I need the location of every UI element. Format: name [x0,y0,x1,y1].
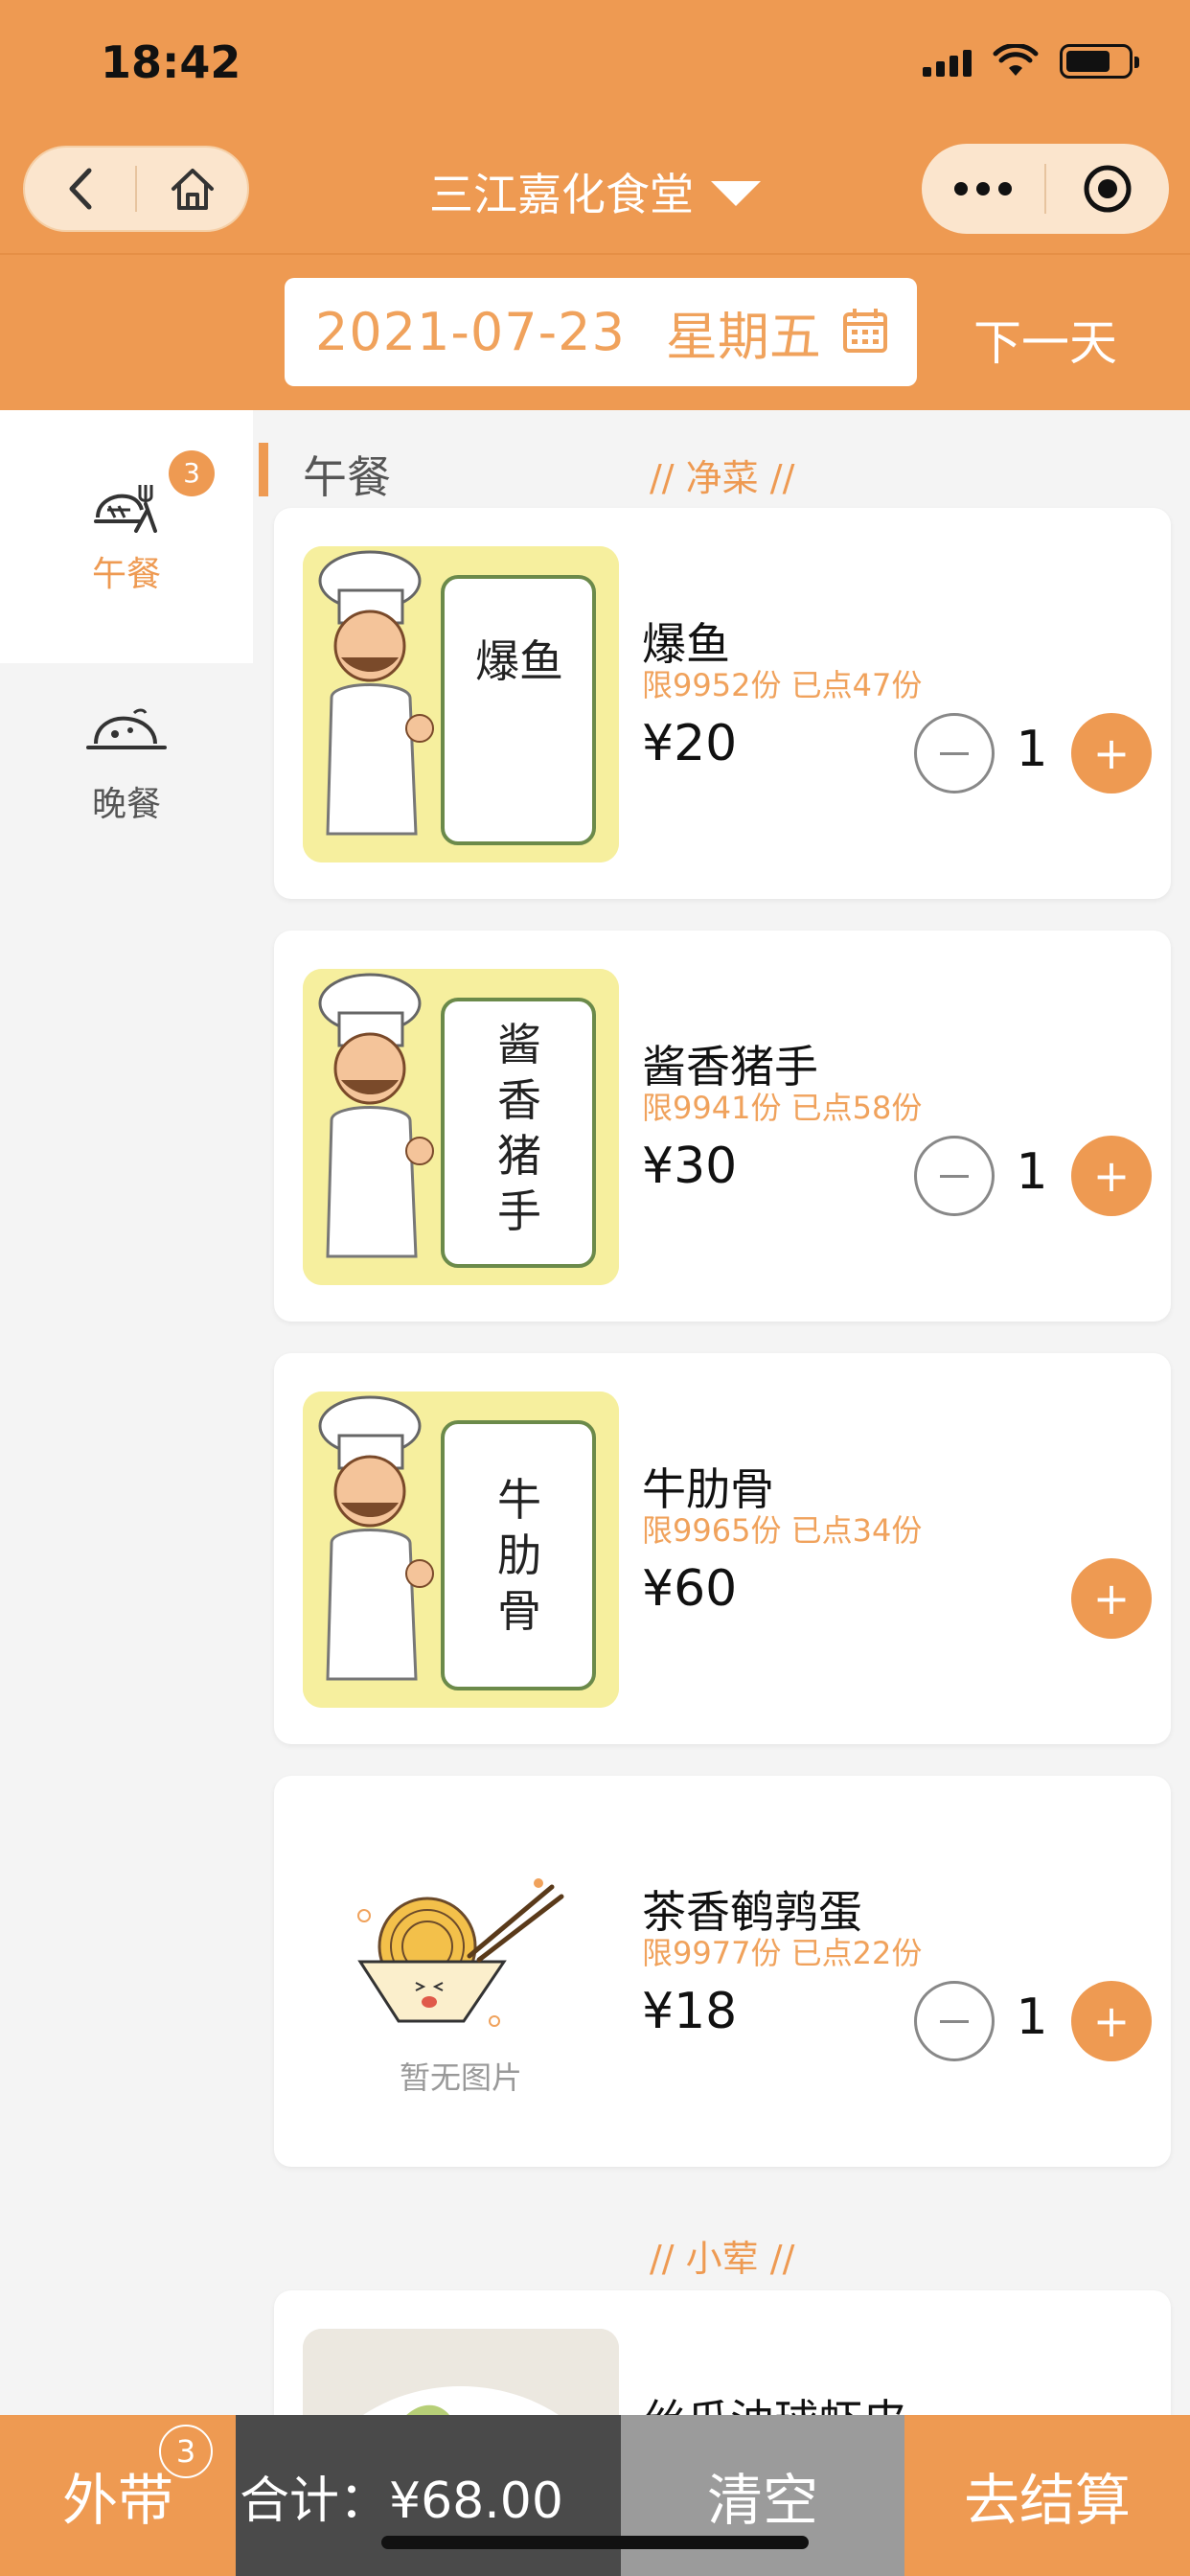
quantity-value: 1 [1016,1143,1048,1201]
noodle-bowl-icon [357,1878,564,2027]
cart-count-badge: 3 [159,2425,213,2478]
no-image-label: 暂无图片 [399,2059,522,2096]
dish-card[interactable]: 丝瓜油球虾皮 [274,2290,1171,2415]
dish-image-text: 酱香猪手 [497,1019,541,1237]
decrease-button[interactable] [914,713,995,794]
dinner-icon [86,708,167,749]
status-icons [923,44,1139,79]
dish-price: ¥20 [642,715,738,772]
decrease-button[interactable] [914,1136,995,1216]
more-dots-icon [954,182,1012,196]
total-amount: 合计：¥68.00 [236,2415,621,2576]
dish-image: 酱香猪手 [303,969,619,1285]
dish-quota: 限9977份 已点22份 [642,1935,923,1971]
group-label: // 净菜 // [650,457,795,499]
calendar-icon [843,309,887,353]
meal-sidebar: 3 午餐 晚餐 [0,410,253,2415]
nav-divider [0,253,1190,255]
dish-quota: 限9952份 已点47份 [642,667,923,703]
increase-button[interactable]: + [1071,1981,1152,2061]
sidebar-item-dinner[interactable]: 晚餐 [0,663,253,916]
dish-price: ¥60 [642,1560,738,1618]
home-indicator [381,2536,809,2549]
sidebar-item-label: 午餐 [91,555,161,594]
lunch-icon [94,485,157,533]
dish-card[interactable]: 暂无图片 茶香鹌鹑蛋 限9977份 已点22份 ¥18 1 + [274,1776,1171,2167]
sidebar-item-label: 晚餐 [91,785,161,824]
next-day-button[interactable]: 下一天 [973,305,1117,374]
date-picker[interactable]: 2021-07-23 星期五 [285,278,917,386]
dish-card[interactable]: 牛肋骨 牛肋骨 限9965份 已点34份 ¥60 + [274,1353,1171,1744]
increase-button[interactable]: + [1071,1558,1152,1639]
dish-image-placeholder: 暂无图片 [303,1814,619,2130]
increase-button[interactable]: + [1071,1136,1152,1216]
date-weekday: 星期五 [665,307,821,367]
dish-quota: 限9965份 已点34份 [642,1512,923,1549]
target-icon [1084,165,1132,213]
clear-cart-button[interactable]: 清空 [621,2415,904,2576]
dish-price: ¥30 [642,1138,738,1195]
wifi-icon [993,44,1039,76]
quantity-value: 1 [1016,721,1048,778]
increase-button[interactable]: + [1071,713,1152,794]
more-button[interactable] [922,144,1044,234]
section-title: 午餐 [303,451,391,503]
dish-image [303,2329,619,2415]
chef-illustration-icon [303,546,619,862]
lunch-badge: 3 [169,450,215,496]
quantity-value: 1 [1016,1989,1048,2046]
dish-image-text: 牛肋骨 [497,1474,541,1637]
nav-capsule-right [922,144,1169,234]
dish-image-text: 爆鱼 [475,635,563,687]
header: 18:42 三江嘉化食堂 2021-07-23 星期五 下一天 [0,0,1190,410]
close-miniprogram-button[interactable] [1046,144,1169,234]
page-title: 三江嘉化食堂 [429,169,694,220]
group-label: // 小荤 // [650,2238,795,2280]
dish-price: ¥18 [642,1983,738,2040]
dish-card[interactable]: 爆鱼 爆鱼 限9952份 已点47份 ¥20 1 + [274,508,1171,899]
checkout-button[interactable]: 去结算 [904,2415,1190,2576]
dish-image: 爆鱼 [303,546,619,862]
dish-list[interactable]: 午餐 // 净菜 // 爆鱼 爆鱼 限9952份 已点47份 ¥20 1 + 酱… [253,410,1190,2415]
section-marker [259,443,268,496]
cart-bar: 外带 3 合计：¥68.00 清空 去结算 [0,2415,1190,2576]
dish-name: 丝瓜油球虾皮 [642,2386,906,2415]
decrease-button[interactable] [914,1981,995,2061]
dish-card[interactable]: 酱香猪手 酱香猪手 限9941份 已点58份 ¥30 1 + [274,931,1171,1322]
food-photo-icon [303,2329,619,2415]
status-time: 18:42 [101,36,241,88]
dish-quota: 限9941份 已点58份 [642,1090,923,1126]
chef-illustration-icon [303,1392,619,1708]
signal-icon [923,46,972,77]
sidebar-item-lunch[interactable]: 3 午餐 [0,410,253,663]
caret-down-icon [711,181,761,206]
date-value: 2021-07-23 [315,302,626,362]
chef-illustration-icon [303,969,619,1285]
dish-image: 牛肋骨 [303,1392,619,1708]
battery-icon [1060,44,1139,79]
